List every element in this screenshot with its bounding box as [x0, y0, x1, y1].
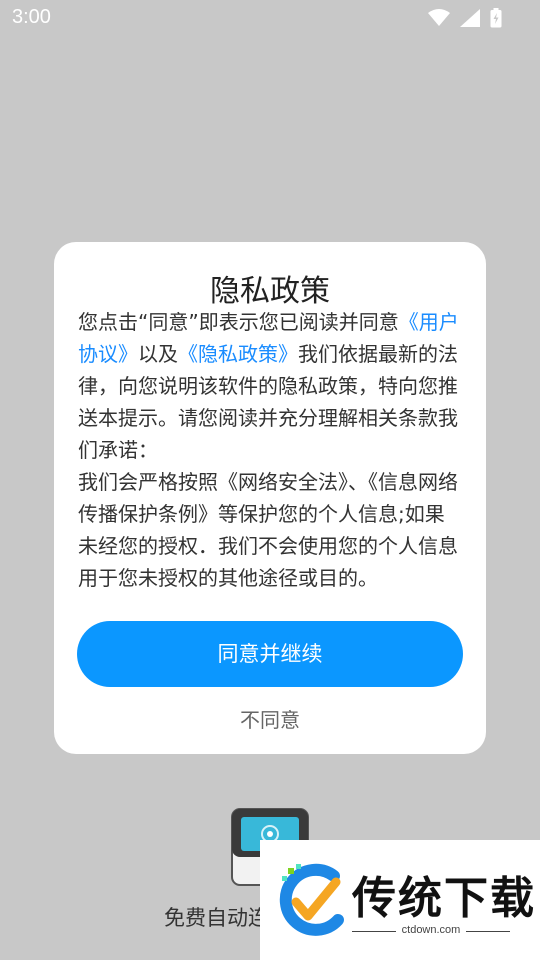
body-text: 以及 — [138, 342, 178, 366]
body-text-commitment: 我们会严格按照《网络安全法》、《信息网络传播保护条例》等保护您的个人信息;如果未… — [78, 470, 458, 590]
watermark-divider — [466, 931, 510, 932]
watermark-name: 传统下载 — [352, 873, 536, 924]
agree-button[interactable]: 同意并继续 — [77, 621, 463, 687]
watermark-logo-icon — [274, 862, 350, 938]
signal-icon — [460, 9, 480, 27]
status-bar: 3:00 — [0, 0, 540, 36]
privacy-dialog: 隐私政策 您点击“同意”即表示您已阅读并同意《用户协议》以及《隐私政策》我们依据… — [54, 242, 486, 754]
watermark: 传统下载 ctdown.com — [260, 840, 540, 960]
battery-icon — [490, 8, 502, 28]
body-text: 您点击“同意”即表示您已阅读并同意 — [78, 310, 399, 334]
status-time: 3:00 — [12, 6, 51, 28]
dialog-body: 您点击“同意”即表示您已阅读并同意《用户协议》以及《隐私政策》我们依据最新的法律… — [78, 306, 462, 594]
disagree-button[interactable]: 不同意 — [54, 704, 486, 733]
status-icons — [428, 8, 502, 28]
bottom-text: 免费自动连 — [164, 906, 269, 930]
dialog-title: 隐私政策 — [210, 274, 330, 309]
wifi-icon — [428, 9, 450, 27]
privacy-policy-link[interactable]: 《隐私政策》 — [178, 342, 298, 366]
watermark-url: ctdown.com — [401, 924, 461, 936]
